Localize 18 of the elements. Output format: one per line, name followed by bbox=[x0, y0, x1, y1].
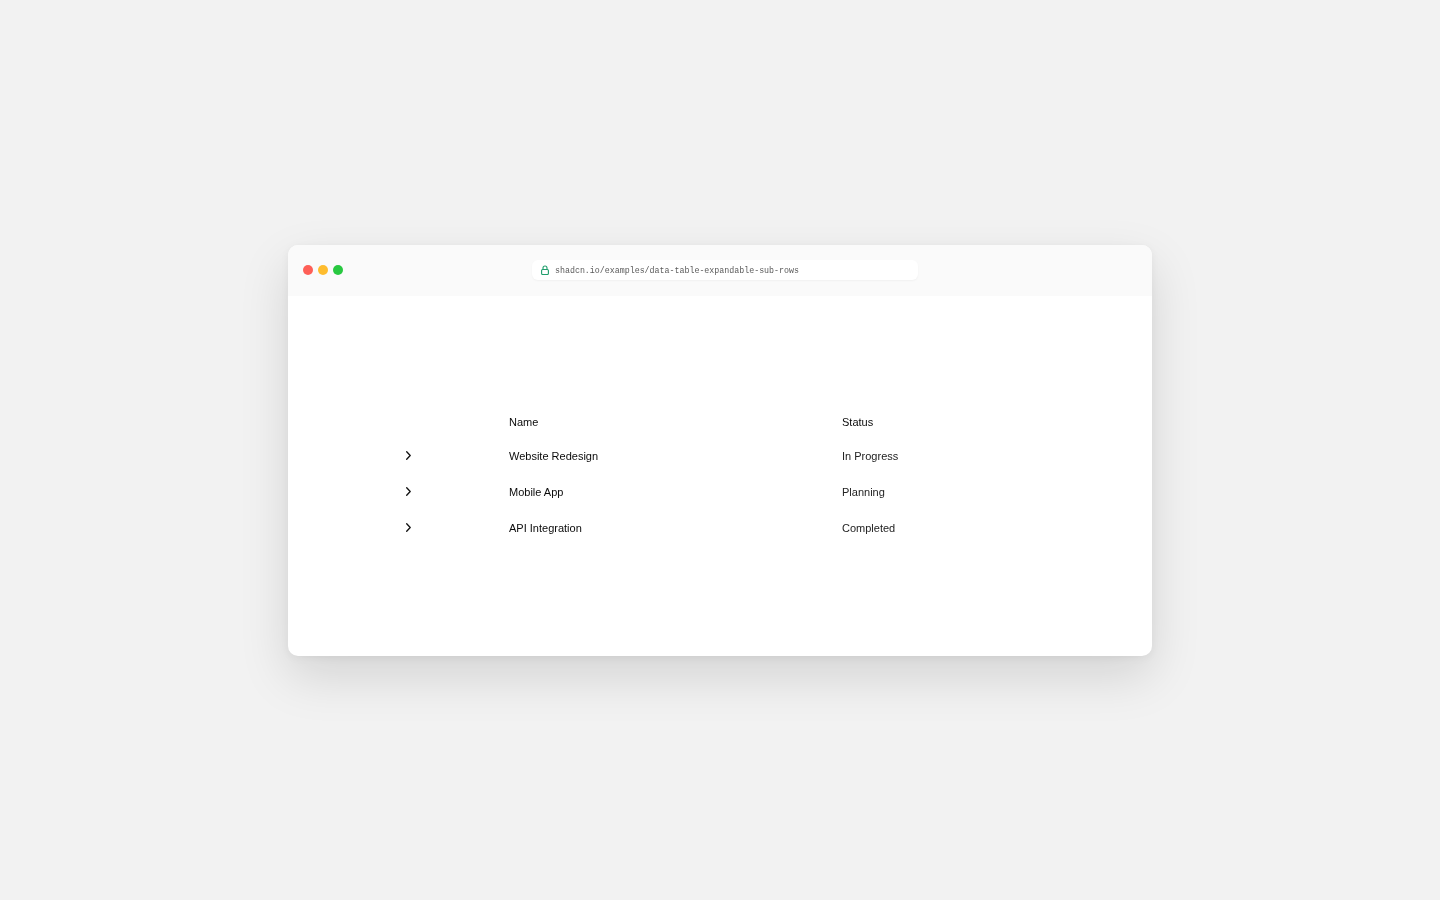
url-text: shadcn.io/examples/data-table-expandable-sub-rows bbox=[555, 265, 799, 275]
table-cell: Planning bbox=[842, 485, 885, 498]
column-header: Name bbox=[509, 415, 539, 428]
table-cell: Completed bbox=[842, 521, 896, 534]
chevron-icon bbox=[406, 523, 411, 532]
table-cell: API Integration bbox=[509, 521, 582, 534]
table-cell: Website Redesign bbox=[509, 449, 599, 462]
address-bar[interactable]: shadcn.io/examples/data-table-expandable-sub-rows bbox=[532, 260, 918, 280]
close-icon[interactable] bbox=[303, 265, 313, 275]
expand-toggle[interactable] bbox=[404, 485, 413, 498]
table-cell: Mobile App bbox=[509, 485, 564, 498]
column-header: Status bbox=[842, 415, 874, 428]
chevron-icon bbox=[406, 451, 411, 460]
lock-icon bbox=[541, 265, 549, 275]
expand-toggle[interactable] bbox=[404, 449, 413, 462]
table-cell: In Progress bbox=[842, 449, 899, 462]
expand-toggle[interactable] bbox=[404, 521, 413, 534]
chevron-icon bbox=[406, 487, 411, 496]
